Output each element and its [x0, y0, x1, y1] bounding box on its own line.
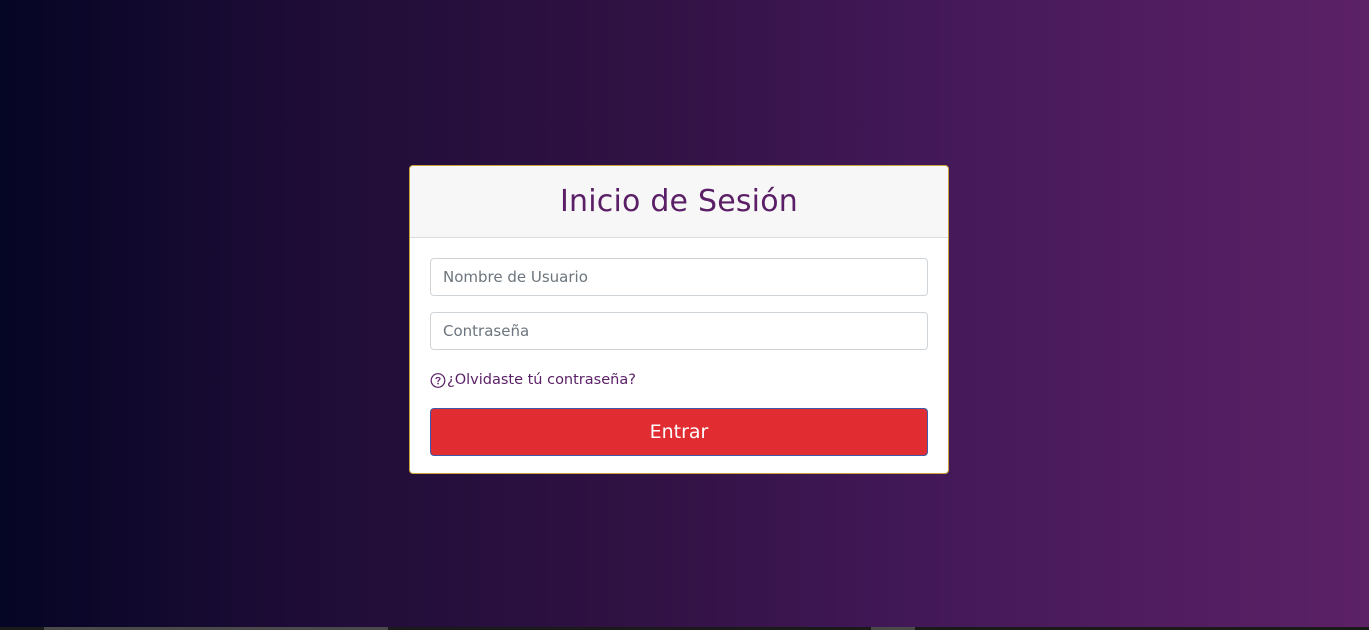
username-input[interactable]	[430, 258, 928, 296]
password-input[interactable]	[430, 312, 928, 350]
login-card: Inicio de Sesión ¿Olvidaste tú contraseñ…	[409, 165, 949, 474]
page-title: Inicio de Sesión	[560, 184, 798, 219]
login-card-header: Inicio de Sesión	[410, 166, 948, 238]
login-form: ¿Olvidaste tú contraseña? Entrar	[410, 238, 948, 473]
forgot-password-label: ¿Olvidaste tú contraseña?	[447, 372, 636, 388]
forgot-password-link[interactable]: ¿Olvidaste tú contraseña?	[430, 370, 636, 390]
question-circle-icon	[430, 372, 446, 388]
login-submit-button[interactable]: Entrar	[430, 408, 928, 456]
